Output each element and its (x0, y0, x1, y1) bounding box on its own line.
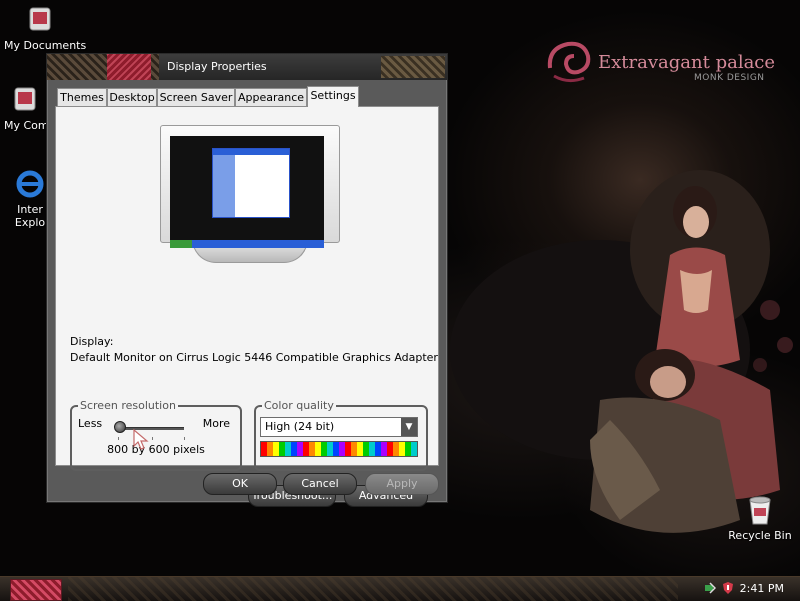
brand-title: Extravagant palace (598, 52, 776, 73)
desktop-icon-recycle-bin[interactable]: Recycle Bin (728, 494, 792, 542)
desktop-icon-my-documents[interactable]: My Documents (4, 4, 87, 52)
color-quality-select[interactable]: High (24 bit) ▼ (260, 417, 418, 437)
slider-tick (152, 437, 153, 440)
slider-tick (118, 437, 119, 440)
color-quality-legend: Color quality (262, 399, 336, 412)
my-documents-icon (24, 4, 56, 36)
tab-label: Settings (310, 89, 356, 102)
preview-window (212, 148, 290, 218)
tab-label: Desktop (109, 91, 155, 104)
tab-desktop[interactable]: Desktop (107, 88, 157, 106)
tab-label: Themes (60, 91, 104, 104)
preview-start-button (170, 240, 192, 248)
internet-explorer-icon (14, 168, 46, 200)
desktop-icon-label: Inter (17, 203, 43, 216)
start-button[interactable] (10, 579, 62, 601)
taskbar-clock[interactable]: 2:41 PM (740, 582, 784, 595)
security-shield-icon[interactable] (722, 582, 734, 594)
taskbar: 2:41 PM (0, 576, 800, 601)
monitor-screen (170, 136, 324, 248)
desktop-icon-label-line2: Explo (14, 216, 46, 229)
tab-label: Appearance (237, 91, 305, 104)
titlebar-controls-ornament (381, 56, 445, 78)
tab-appearance[interactable]: Appearance (235, 88, 307, 106)
screen-resolution-group: Screen resolution Less More 800 by 600 p… (70, 399, 242, 471)
my-computer-icon (9, 84, 41, 116)
tab-screen-saver[interactable]: Screen Saver (157, 88, 235, 106)
resolution-value: 800 by 600 pixels (107, 443, 205, 456)
mouse-cursor-icon (133, 429, 149, 450)
taskbar-ornament (68, 577, 678, 601)
resolution-more-label: More (202, 417, 230, 430)
display-properties-dialog: Display Properties Themes Desktop Screen… (46, 53, 448, 507)
desktop-icon-label: My Comp (4, 119, 46, 132)
monitor-preview (160, 125, 340, 248)
settings-panel: Display: Default Monitor on Cirrus Logic… (55, 106, 439, 507)
recycle-bin-icon (744, 494, 776, 526)
dialog-title: Display Properties (167, 60, 267, 73)
ok-button[interactable]: OK (203, 473, 277, 495)
tab-label: Screen Saver (159, 91, 233, 104)
wallpaper-brand: Extravagant palace MONK DESIGN (544, 38, 784, 88)
desktop-icon-my-computer[interactable]: My Comp (4, 84, 46, 132)
resolution-slider-thumb[interactable] (114, 421, 126, 433)
cancel-button[interactable]: Cancel (283, 473, 357, 495)
display-label: Display: (70, 335, 114, 348)
resolution-less-label: Less (78, 417, 103, 430)
brand-subtitle: MONK DESIGN (694, 73, 765, 83)
system-tray: 2:41 PM (694, 577, 800, 601)
tab-settings[interactable]: Settings (307, 86, 359, 107)
safely-remove-hardware-icon[interactable] (704, 582, 716, 594)
color-quality-group: Color quality High (24 bit) ▼ (254, 399, 428, 471)
apply-button[interactable]: Apply (365, 473, 439, 495)
screen-resolution-legend: Screen resolution (78, 399, 178, 412)
display-adapter-value: Default Monitor on Cirrus Logic 5446 Com… (70, 351, 438, 364)
slider-tick (184, 437, 185, 440)
chevron-down-icon[interactable]: ▼ (401, 418, 417, 436)
color-quality-value: High (24 bit) (265, 420, 335, 433)
desktop-icon-internet-explorer[interactable]: Inter Explo (14, 168, 46, 229)
desktop-icon-label: My Documents (4, 39, 87, 52)
brand-swirl-icon (547, 41, 591, 83)
preview-taskbar (170, 240, 324, 248)
desktop-icon-label: Recycle Bin (728, 529, 792, 542)
dialog-titlebar[interactable]: Display Properties (47, 54, 447, 80)
color-spectrum-bar (260, 441, 418, 457)
resolution-slider-track[interactable] (116, 427, 184, 430)
titlebar-ornament (47, 54, 159, 80)
tab-themes[interactable]: Themes (57, 88, 107, 106)
